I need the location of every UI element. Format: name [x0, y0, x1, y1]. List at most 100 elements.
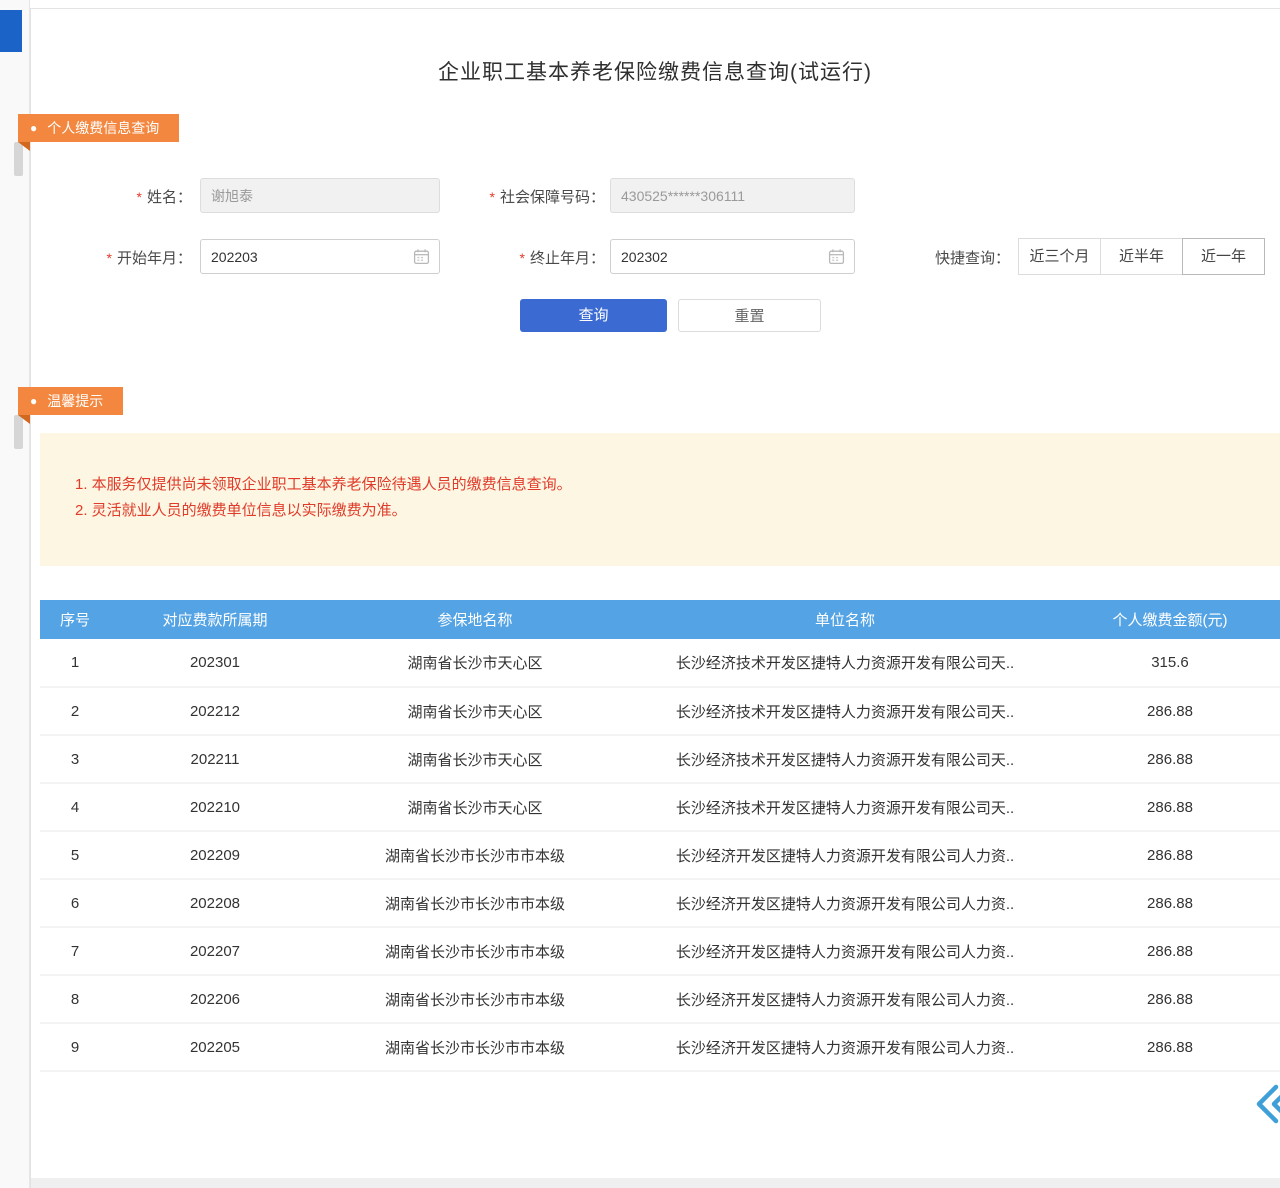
name-field[interactable]: 谢旭泰 [200, 178, 440, 213]
cell-insured-place: 湖南省长沙市长沙市市本级 [320, 879, 630, 927]
cell-period: 202301 [110, 639, 320, 687]
cell-period: 202211 [110, 735, 320, 783]
end-month-field[interactable]: 202302 [610, 239, 855, 274]
cell-index: 7 [40, 927, 110, 975]
start-month-field[interactable]: 202203 [200, 239, 440, 274]
ssn-label: *社会保障号码： [455, 186, 605, 207]
table-header-row: 序号 对应费款所属期 参保地名称 单位名称 个人缴费金额(元) [40, 600, 1280, 639]
cell-amount: 286.88 [1060, 927, 1280, 975]
end-month-value: 202302 [621, 249, 668, 265]
cell-period: 202209 [110, 831, 320, 879]
cell-amount: 286.88 [1060, 831, 1280, 879]
left-blue-tab[interactable] [0, 10, 22, 52]
cell-insured-place: 湖南省长沙市天心区 [320, 687, 630, 735]
cell-index: 3 [40, 735, 110, 783]
quick-range-button-halfyear[interactable]: 近半年 [1100, 238, 1183, 275]
cell-amount: 286.88 [1060, 735, 1280, 783]
cell-insured-place: 湖南省长沙市天心区 [320, 639, 630, 687]
page: 企业职工基本养老保险缴费信息查询(试运行) ● 个人缴费信息查询 *姓名： 谢旭泰… [0, 0, 1280, 1188]
cell-index: 1 [40, 639, 110, 687]
col-header-period: 对应费款所属期 [110, 600, 320, 639]
cell-index: 5 [40, 831, 110, 879]
cell-employer: 长沙经济技术开发区捷特人力资源开发有限公司天.. [630, 687, 1060, 735]
cell-period: 202208 [110, 879, 320, 927]
tips-line-2: 2. 灵活就业人员的缴费单位信息以实际缴费为准。 [75, 498, 1280, 524]
bullet-icon: ● [30, 387, 37, 415]
section-badge-label: 个人缴费信息查询 [47, 120, 159, 136]
name-label: *姓名： [60, 186, 192, 207]
cell-amount: 286.88 [1060, 687, 1280, 735]
end-month-label: *终止年月： [455, 247, 605, 268]
bullet-icon: ● [30, 114, 37, 142]
cell-period: 202207 [110, 927, 320, 975]
quick-range-button-oneyear[interactable]: 近一年 [1182, 238, 1265, 275]
cell-index: 9 [40, 1023, 110, 1071]
quick-range-button-3months[interactable]: 近三个月 [1018, 238, 1101, 275]
ssn-value: 430525******306111 [621, 188, 745, 204]
section-badge-personal-payment-query: ● 个人缴费信息查询 [18, 114, 179, 142]
cell-index: 2 [40, 687, 110, 735]
bottom-scroll-track[interactable] [31, 1178, 1280, 1188]
calendar-icon[interactable] [413, 248, 430, 268]
cell-amount: 286.88 [1060, 1023, 1280, 1071]
cell-insured-place: 湖南省长沙市长沙市市本级 [320, 831, 630, 879]
cell-period: 202210 [110, 783, 320, 831]
collapse-double-chevron-icon[interactable] [1252, 1082, 1280, 1131]
cell-insured-place: 湖南省长沙市长沙市市本级 [320, 975, 630, 1023]
section-badge-label: 温馨提示 [47, 393, 103, 409]
table-row[interactable]: 8 202206 湖南省长沙市长沙市市本级 长沙经济开发区捷特人力资源开发有限公… [40, 975, 1280, 1023]
required-asterisk: * [107, 250, 112, 266]
table-row[interactable]: 4 202210 湖南省长沙市天心区 长沙经济技术开发区捷特人力资源开发有限公司… [40, 783, 1280, 831]
cell-employer: 长沙经济开发区捷特人力资源开发有限公司人力资.. [630, 927, 1060, 975]
start-month-label: *开始年月： [60, 247, 192, 268]
page-title: 企业职工基本养老保险缴费信息查询(试运行) [30, 56, 1280, 86]
start-month-value: 202203 [211, 249, 258, 265]
quick-query-label: 快捷查询： [912, 247, 1010, 268]
ribbon-fold [18, 415, 30, 424]
table-row[interactable]: 7 202207 湖南省长沙市长沙市市本级 长沙经济开发区捷特人力资源开发有限公… [40, 927, 1280, 975]
col-header-insured-place: 参保地名称 [320, 600, 630, 639]
name-value: 谢旭泰 [211, 186, 253, 206]
table-row[interactable]: 5 202209 湖南省长沙市长沙市市本级 长沙经济开发区捷特人力资源开发有限公… [40, 831, 1280, 879]
cell-employer: 长沙经济开发区捷特人力资源开发有限公司人力资.. [630, 879, 1060, 927]
cell-employer: 长沙经济开发区捷特人力资源开发有限公司人力资.. [630, 1023, 1060, 1071]
col-header-amount: 个人缴费金额(元) [1060, 600, 1280, 639]
cell-amount: 315.6 [1060, 639, 1280, 687]
cell-employer: 长沙经济开发区捷特人力资源开发有限公司人力资.. [630, 831, 1060, 879]
cell-index: 8 [40, 975, 110, 1023]
cell-insured-place: 湖南省长沙市长沙市市本级 [320, 1023, 630, 1071]
cell-index: 6 [40, 879, 110, 927]
tips-line-1: 1. 本服务仅提供尚未领取企业职工基本养老保险待遇人员的缴费信息查询。 [75, 472, 1280, 498]
ssn-field[interactable]: 430525******306111 [610, 178, 855, 213]
cell-amount: 286.88 [1060, 879, 1280, 927]
table-row[interactable]: 3 202211 湖南省长沙市天心区 长沙经济技术开发区捷特人力资源开发有限公司… [40, 735, 1280, 783]
cell-employer: 长沙经济技术开发区捷特人力资源开发有限公司天.. [630, 735, 1060, 783]
cell-insured-place: 湖南省长沙市天心区 [320, 783, 630, 831]
table-row[interactable]: 1 202301 湖南省长沙市天心区 长沙经济技术开发区捷特人力资源开发有限公司… [40, 639, 1280, 687]
table-row[interactable]: 2 202212 湖南省长沙市天心区 长沙经济技术开发区捷特人力资源开发有限公司… [40, 687, 1280, 735]
cell-amount: 286.88 [1060, 975, 1280, 1023]
col-header-index: 序号 [40, 600, 110, 639]
cell-period: 202205 [110, 1023, 320, 1071]
cell-employer: 长沙经济开发区捷特人力资源开发有限公司人力资.. [630, 975, 1060, 1023]
tips-box: 1. 本服务仅提供尚未领取企业职工基本养老保险待遇人员的缴费信息查询。 2. 灵… [40, 433, 1280, 566]
reset-button[interactable]: 重置 [678, 299, 821, 332]
cell-insured-place: 湖南省长沙市长沙市市本级 [320, 927, 630, 975]
left-rail [0, 0, 30, 1188]
ribbon-fold [18, 142, 30, 151]
cell-period: 202206 [110, 975, 320, 1023]
query-button[interactable]: 查询 [520, 299, 667, 332]
cell-employer: 长沙经济技术开发区捷特人力资源开发有限公司天.. [630, 639, 1060, 687]
required-asterisk: * [137, 189, 142, 205]
cell-insured-place: 湖南省长沙市天心区 [320, 735, 630, 783]
table-row[interactable]: 9 202205 湖南省长沙市长沙市市本级 长沙经济开发区捷特人力资源开发有限公… [40, 1023, 1280, 1071]
cell-amount: 286.88 [1060, 783, 1280, 831]
required-asterisk: * [520, 250, 525, 266]
section-badge-tips: ● 温馨提示 [18, 387, 123, 415]
cell-employer: 长沙经济技术开发区捷特人力资源开发有限公司天.. [630, 783, 1060, 831]
payment-table: 序号 对应费款所属期 参保地名称 单位名称 个人缴费金额(元) 1 202301… [40, 600, 1280, 1072]
table-body: 1 202301 湖南省长沙市天心区 长沙经济技术开发区捷特人力资源开发有限公司… [40, 639, 1280, 1071]
required-asterisk: * [490, 189, 495, 205]
calendar-icon[interactable] [828, 248, 845, 268]
table-row[interactable]: 6 202208 湖南省长沙市长沙市市本级 长沙经济开发区捷特人力资源开发有限公… [40, 879, 1280, 927]
